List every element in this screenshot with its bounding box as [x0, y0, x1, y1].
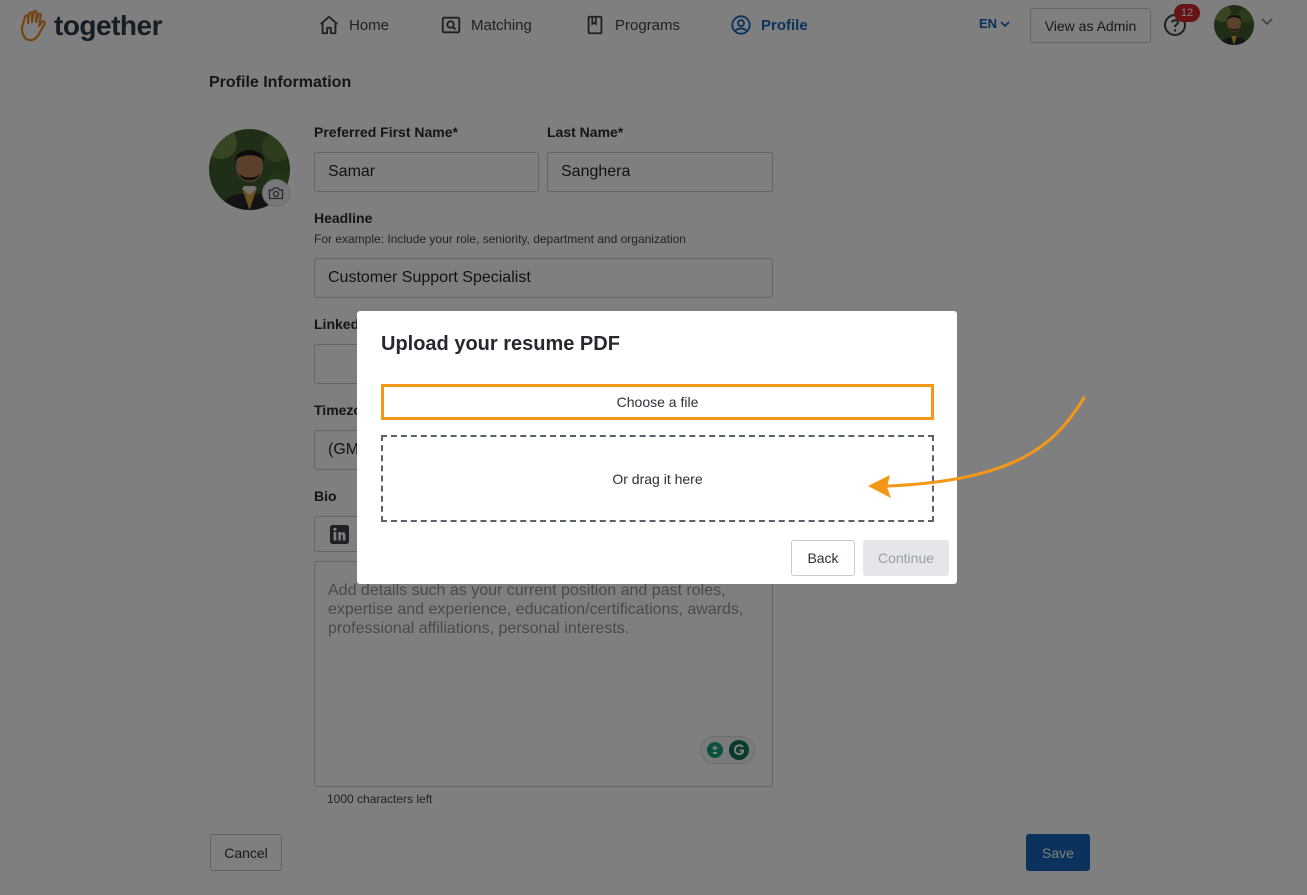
dropzone-text: Or drag it here: [612, 470, 703, 487]
annotation-arrow-icon: [868, 396, 1086, 498]
choose-file-button[interactable]: Choose a file: [381, 384, 934, 420]
file-dropzone[interactable]: Or drag it here: [381, 435, 934, 522]
back-button[interactable]: Back: [791, 540, 855, 576]
continue-button[interactable]: Continue: [863, 540, 949, 576]
modal-title: Upload your resume PDF: [381, 333, 620, 355]
